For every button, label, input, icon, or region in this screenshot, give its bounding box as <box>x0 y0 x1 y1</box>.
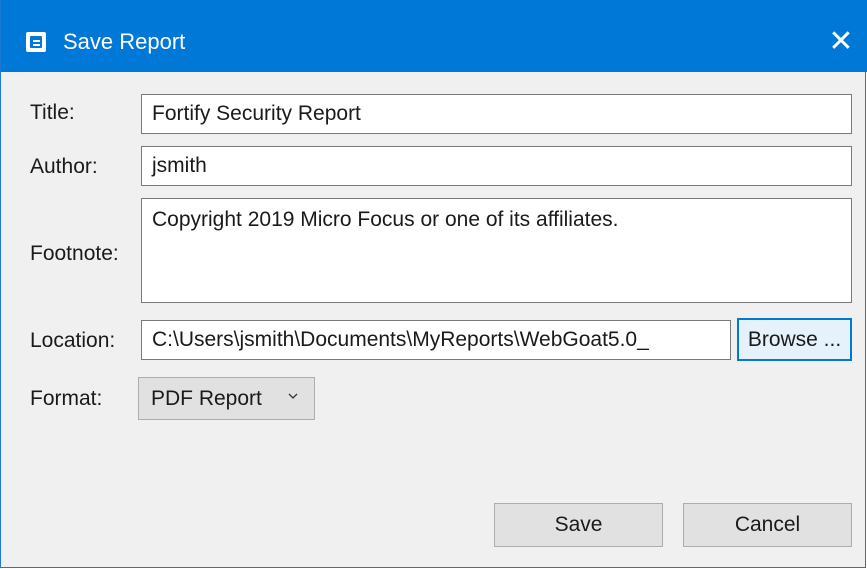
title-field[interactable]: Fortify Security Report <box>141 94 852 134</box>
dialog-title: Save Report <box>63 29 186 54</box>
author-field-value: jsmith <box>152 154 207 177</box>
close-button[interactable]: ✕ <box>821 22 861 62</box>
browse-button[interactable]: Browse ... <box>737 318 852 361</box>
location-field-value: C:\Users\jsmith\Documents\MyReports\WebG… <box>152 328 649 351</box>
title-label: Title: <box>30 101 75 124</box>
author-label: Author: <box>30 155 98 178</box>
save-report-dialog: Save Report ✕ Title: Fortify Security Re… <box>0 0 867 568</box>
save-button[interactable]: Save <box>494 503 663 547</box>
cancel-button[interactable]: Cancel <box>683 503 852 547</box>
title-bar: Save Report ✕ <box>1 0 867 72</box>
author-field[interactable]: jsmith <box>141 146 852 186</box>
format-select[interactable]: PDF Report <box>138 377 315 420</box>
location-field[interactable]: C:\Users\jsmith\Documents\MyReports\WebG… <box>141 320 731 360</box>
footnote-label: Footnote: <box>30 242 119 265</box>
format-label: Format: <box>30 387 103 410</box>
report-app-icon <box>26 32 46 52</box>
footnote-field-value: Copyright 2019 Micro Focus or one of its… <box>152 208 619 231</box>
location-label: Location: <box>30 329 116 352</box>
footnote-field[interactable]: Copyright 2019 Micro Focus or one of its… <box>141 198 852 303</box>
format-select-value: PDF Report <box>151 387 262 410</box>
title-field-value: Fortify Security Report <box>152 102 361 125</box>
chevron-down-icon <box>288 393 298 399</box>
